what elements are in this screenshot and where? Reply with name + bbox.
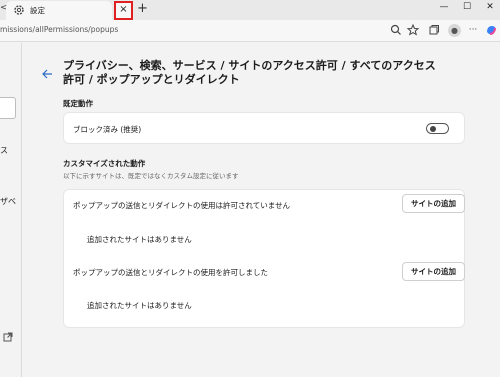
settings-search-input[interactable] bbox=[0, 97, 16, 119]
add-allowed-site-button[interactable]: サイトの追加 bbox=[402, 262, 465, 281]
blocked-empty-text: 追加されたサイトはありません bbox=[87, 235, 192, 244]
page-title: プライバシー、検索、サービス / サイトのアクセス許可 / すべてのアクセス許可… bbox=[63, 59, 436, 86]
custom-behavior-description: 以下に示すサイトは、既定ではなくカスタム設定に従います bbox=[63, 172, 239, 180]
sidebar-item-fragment[interactable]: ザベ bbox=[0, 196, 16, 207]
toggle-knob bbox=[430, 126, 436, 132]
blocked-recommended-label: ブロック済み (推奨) bbox=[73, 125, 142, 134]
not-allowed-label: ポップアップの送信とリダイレクトの使用は許可されていません bbox=[73, 201, 291, 210]
external-link-icon[interactable] bbox=[3, 332, 13, 342]
settings-sidebar: ス ザベ bbox=[0, 43, 22, 377]
collections-icon[interactable] bbox=[427, 23, 441, 37]
minimize-button[interactable]: — bbox=[434, 2, 454, 16]
tab-title: 設定 bbox=[30, 6, 45, 15]
maximize-button[interactable]: ☐ bbox=[457, 2, 477, 16]
default-behavior-card: ブロック済み (推奨) bbox=[63, 112, 465, 144]
new-tab-button[interactable]: + bbox=[137, 1, 148, 16]
favorite-star-icon[interactable] bbox=[406, 23, 420, 37]
allowed-empty-text: 追加されたサイトはありません bbox=[87, 301, 192, 310]
custom-behavior-card: ポップアップの送信とリダイレクトの使用は許可されていません サイトの追加 追加さ… bbox=[63, 189, 465, 328]
tab-settings[interactable]: 設定 bbox=[6, 1, 112, 20]
zoom-icon[interactable] bbox=[389, 23, 403, 37]
main-content: プライバシー、検索、サービス / サイトのアクセス許可 / すべてのアクセス許可… bbox=[23, 43, 500, 377]
url-text[interactable]: missions/allPermissions/popups bbox=[0, 25, 118, 34]
back-arrow-icon[interactable] bbox=[40, 67, 54, 81]
custom-behavior-heading: カスタマイズされた動作 bbox=[63, 159, 146, 168]
tab-close-button[interactable]: × bbox=[114, 1, 133, 20]
sidebar-item-fragment[interactable]: ス bbox=[0, 145, 8, 156]
default-behavior-heading: 既定動作 bbox=[63, 99, 93, 108]
allowed-label: ポップアップの送信とリダイレクトの使用を許可しました bbox=[73, 268, 268, 277]
block-popups-toggle[interactable] bbox=[426, 123, 449, 134]
window-close-button[interactable]: ✕ bbox=[480, 2, 500, 16]
title-bar: < 設定 × + — ☐ ✕ bbox=[0, 0, 500, 20]
add-blocked-site-button[interactable]: サイトの追加 bbox=[402, 194, 465, 213]
profile-avatar-icon[interactable]: ● bbox=[448, 24, 461, 37]
gear-icon bbox=[14, 5, 24, 15]
more-menu-icon[interactable]: ··· bbox=[466, 23, 480, 37]
address-bar: missions/allPermissions/popups ● ··· bbox=[0, 20, 500, 42]
copilot-icon[interactable] bbox=[484, 23, 498, 37]
